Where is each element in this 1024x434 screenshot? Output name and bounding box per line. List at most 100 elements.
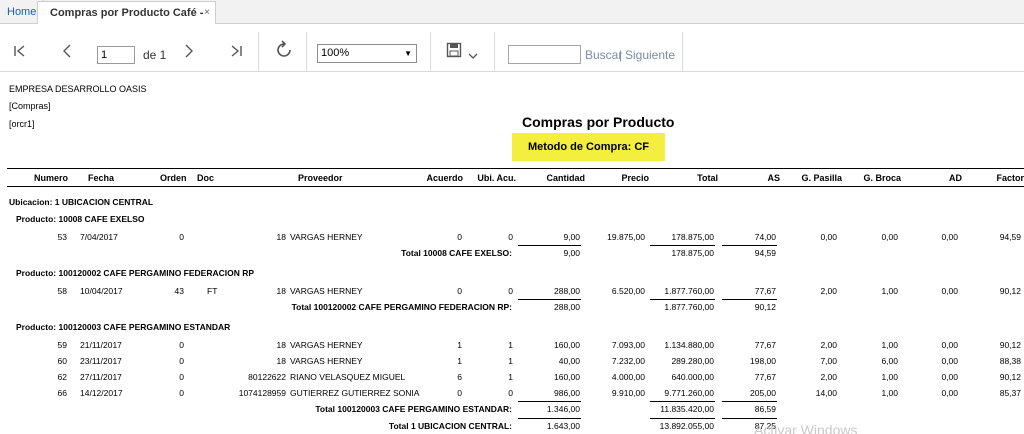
column-header: Cantidad: [546, 173, 585, 183]
last-page-icon[interactable]: [229, 44, 243, 62]
toolbar-divider: [306, 32, 307, 72]
table-row-precio: 7.232,00: [611, 356, 645, 366]
column-header: Precio: [621, 173, 649, 183]
page-number-input[interactable]: 1: [97, 46, 135, 64]
save-disk-icon[interactable]: [446, 42, 462, 62]
table-row-numero: 53: [57, 232, 67, 242]
total-rule: [722, 401, 777, 402]
next-page-icon[interactable]: [183, 43, 195, 63]
total-rule: [518, 418, 581, 419]
table-row-prov_code: 18: [276, 286, 286, 296]
column-header: G. Pasilla: [801, 173, 842, 183]
total-rule: [722, 245, 777, 246]
chevron-down-icon[interactable]: [468, 49, 478, 65]
table-row-precio: 19.875,00: [607, 232, 645, 242]
table-row-acuerdo: 1: [457, 340, 462, 350]
column-header: Proveedor: [298, 173, 343, 183]
product-total-label: Total 10008 CAFE EXELSO:: [401, 248, 512, 258]
product-total-label: Total 100120002 CAFE PERGAMINO FEDERACIO…: [291, 302, 512, 312]
table-row-orden: 0: [179, 356, 184, 366]
table-row-factor: 85,37: [999, 388, 1021, 398]
report-code: [orcr1]: [9, 119, 35, 129]
product-total-as: 94,59: [754, 248, 776, 258]
table-row-ad: 0,00: [941, 286, 958, 296]
table-row-numero: 66: [57, 388, 67, 398]
tab-compras-por-producto[interactable]: Compras por Producto Café -[orcr1] ×: [37, 1, 216, 41]
table-row-proveedor: GUTIERREZ GUTIERREZ SONIA: [290, 388, 420, 398]
location-total-label: Total 1 UBICACION CENTRAL:: [388, 421, 512, 431]
table-row-ubi: 1: [508, 372, 513, 382]
column-header: Factor: [996, 173, 1024, 183]
table-row-numero: 59: [57, 340, 67, 350]
total-rule: [650, 418, 715, 419]
table-row-as: 77,67: [754, 340, 776, 350]
table-row-fecha: 21/11/2017: [80, 340, 122, 350]
product-total-cantidad: 1.346,00: [546, 404, 580, 414]
location-total-cantidad: 1.643,00: [546, 421, 580, 431]
table-row-broca: 1,00: [881, 340, 898, 350]
product-total-amount: 1.877.760,00: [664, 302, 714, 312]
table-row-proveedor: RIANO VELASQUEZ MIGUEL: [290, 372, 406, 382]
search-input[interactable]: [508, 45, 581, 64]
table-row-broca: 1,00: [881, 286, 898, 296]
link-separator: |: [619, 48, 623, 62]
refresh-icon[interactable]: [274, 40, 294, 64]
table-row-fecha: 23/11/2017: [80, 356, 122, 366]
first-page-icon[interactable]: [13, 44, 27, 62]
table-row-as: 77,67: [754, 286, 776, 296]
table-row-broca: 0,00: [881, 232, 898, 242]
table-row-total: 640.000,00: [671, 372, 714, 382]
total-rule: [518, 245, 581, 246]
product-group-header: Producto: 100120003 CAFE PERGAMINO ESTAN…: [16, 322, 231, 332]
report-toolbar: 1 de 1 100% ▼ Buscar | Siguiente: [0, 24, 1024, 72]
table-row-total: 178.875,00: [671, 232, 714, 242]
total-rule: [722, 418, 777, 419]
product-total-cantidad: 9,00: [563, 248, 580, 258]
table-row-fecha: 7/04/2017: [80, 232, 118, 242]
toolbar-divider: [258, 32, 259, 72]
report-title: Compras por Producto: [522, 114, 675, 130]
table-row-broca: 6,00: [881, 356, 898, 366]
table-row-total: 9.771.260,00: [664, 388, 714, 398]
table-row-acuerdo: 1: [457, 356, 462, 366]
table-row-prov_code: 18: [276, 340, 286, 350]
column-header: Numero: [34, 173, 69, 183]
column-header: Total: [697, 173, 718, 183]
table-row-proveedor: VARGAS HERNEY: [290, 286, 363, 296]
column-header: G. Broca: [863, 173, 901, 183]
table-row-ad: 0,00: [941, 340, 958, 350]
product-group-header: Producto: 10008 CAFE EXELSO: [16, 214, 145, 224]
table-row-cantidad: 160,00: [554, 372, 580, 382]
table-row-precio: 4.000,00: [611, 372, 645, 382]
product-total-label: Total 100120003 CAFE PERGAMINO ESTANDAR:: [315, 404, 512, 414]
total-rule: [518, 401, 581, 402]
toolbar-divider: [430, 32, 431, 72]
table-row-precio: 9.910,00: [611, 388, 645, 398]
table-row-ubi: 0: [508, 388, 513, 398]
next-match-link[interactable]: Siguiente: [625, 48, 675, 62]
table-row-broca: 1,00: [881, 388, 898, 398]
table-row-orden: 0: [179, 340, 184, 350]
zoom-select[interactable]: 100% ▼: [317, 44, 417, 63]
previous-page-icon[interactable]: [61, 43, 73, 63]
table-row-ubi: 0: [508, 286, 513, 296]
table-row-precio: 6.520,00: [611, 286, 645, 296]
table-row-acuerdo: 6: [457, 372, 462, 382]
column-header: Ubi. Acu.: [477, 173, 516, 183]
table-row-cantidad: 160,00: [554, 340, 580, 350]
close-icon[interactable]: ×: [204, 2, 210, 24]
table-row-numero: 62: [57, 372, 67, 382]
product-total-amount: 11.835.420,00: [660, 404, 714, 414]
column-header: Fecha: [88, 173, 115, 183]
table-row-doc: FT: [207, 286, 218, 296]
product-group-header: Producto: 100120002 CAFE PERGAMINO FEDER…: [16, 268, 255, 278]
product-total-as: 90,12: [754, 302, 776, 312]
table-row-total: 1.877.760,00: [664, 286, 714, 296]
table-row-numero: 60: [57, 356, 67, 366]
search-link[interactable]: Buscar: [585, 48, 622, 62]
table-row-ad: 0,00: [941, 388, 958, 398]
table-row-orden: 43: [174, 286, 184, 296]
table-row-fecha: 27/11/2017: [80, 372, 122, 382]
table-row-pasilla: 2,00: [820, 340, 837, 350]
table-row-pasilla: 2,00: [820, 372, 837, 382]
